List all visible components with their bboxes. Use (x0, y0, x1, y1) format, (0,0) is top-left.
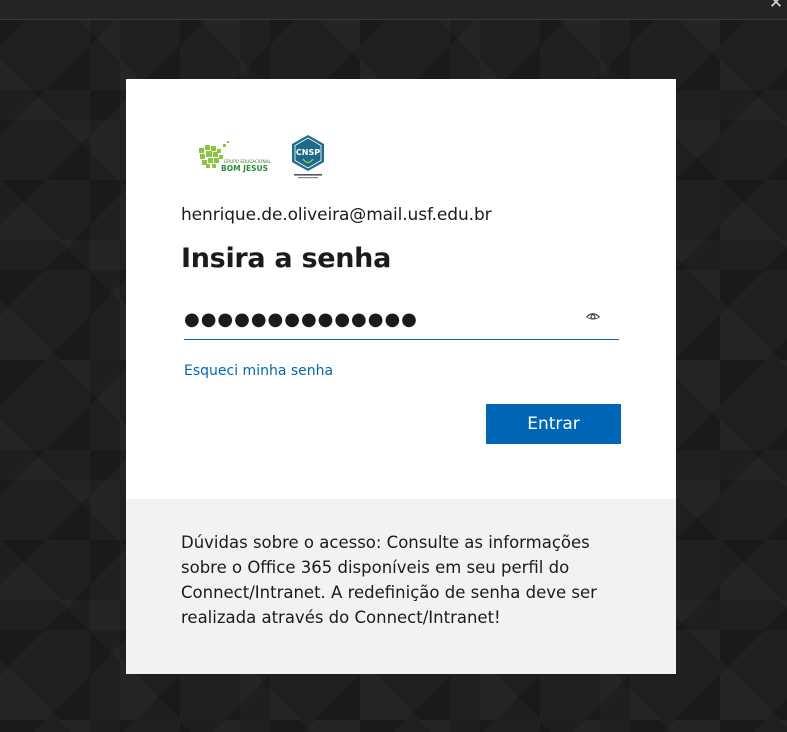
help-text: Dúvidas sobre o acesso: Consulte as info… (181, 533, 597, 627)
password-field (184, 301, 619, 340)
cnsp-logo-icon: CNSP (292, 135, 324, 179)
help-footer: Dúvidas sobre o acesso: Consulte as info… (126, 499, 676, 674)
window-close-icon[interactable]: ✕ (765, 0, 787, 12)
signin-panel: GRUPO EDUCACIONAL BOM JESUS CNSP henriqu… (126, 79, 676, 499)
signin-button[interactable]: Entrar (486, 404, 621, 444)
password-input[interactable] (184, 301, 574, 337)
cnsp-logo-text: CNSP (296, 148, 320, 157)
bom-jesus-logo-icon: GRUPO EDUCACIONAL BOM JESUS (199, 141, 271, 173)
page-title: Insira a senha (181, 243, 391, 274)
bom-jesus-logo-name: BOM JESUS (221, 164, 268, 173)
eye-icon[interactable] (585, 309, 601, 323)
window-titlebar: ✕ (0, 0, 787, 20)
signin-dialog: GRUPO EDUCACIONAL BOM JESUS CNSP henriqu… (126, 79, 676, 674)
account-email: henrique.de.oliveira@mail.usf.edu.br (181, 205, 492, 225)
forgot-password-link[interactable]: Esqueci minha senha (184, 363, 333, 379)
